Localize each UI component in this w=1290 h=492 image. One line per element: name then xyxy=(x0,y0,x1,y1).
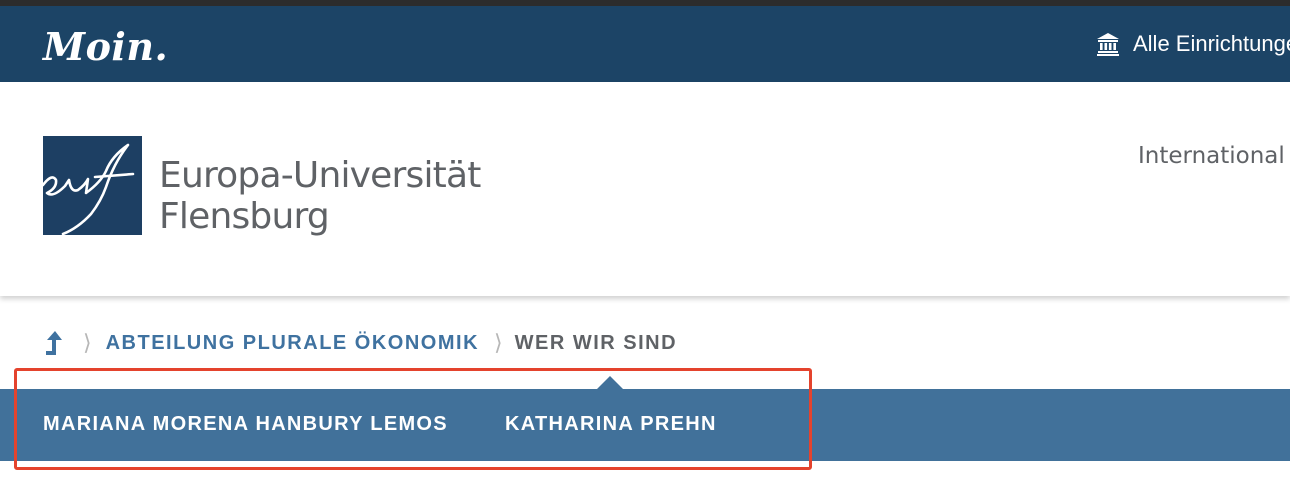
site-header: Europa-Universität Flensburg Internation… xyxy=(0,82,1290,296)
breadcrumb-current-page: WER WIR SIND xyxy=(514,331,678,354)
sub-navigation: MARIANA MORENA HANBURY LEMOS KATHARINA P… xyxy=(0,389,1290,461)
arrow-up-icon xyxy=(46,331,62,355)
breadcrumb: ⟩ ABTEILUNG PLURALE ÖKONOMIK ⟩ WER WIR S… xyxy=(43,328,677,358)
university-name-line2: Flensburg xyxy=(159,196,330,237)
breadcrumb-item-abteilung-plurale-oekonomik[interactable]: ABTEILUNG PLURALE ÖKONOMIK xyxy=(106,332,479,355)
breadcrumb-separator: ⟩ xyxy=(494,330,503,355)
all-institutions-link[interactable]: Alle Einrichtungen xyxy=(1096,31,1290,57)
breadcrumb-separator: ⟩ xyxy=(83,330,92,355)
institution-building-icon xyxy=(1097,33,1119,56)
top-bar: Moin. Alle Einrichtungen xyxy=(0,6,1290,82)
all-institutions-label: Alle Einrichtungen xyxy=(1133,31,1290,56)
university-name-line1: Europa-Universität xyxy=(159,155,481,196)
subnav-item-mariana-morena-hanbury-lemos[interactable]: MARIANA MORENA HANBURY LEMOS xyxy=(43,413,448,436)
subnav-item-katharina-prehn[interactable]: KATHARINA PREHN xyxy=(505,413,717,436)
moin-brand-link[interactable]: Moin. xyxy=(43,24,168,69)
subnav-pointer xyxy=(597,376,623,389)
nav-international-link[interactable]: International xyxy=(1138,143,1285,169)
university-logo[interactable]: Europa-Universität Flensburg xyxy=(43,136,481,237)
university-name: Europa-Universität Flensburg xyxy=(159,155,481,237)
breadcrumb-up-link[interactable] xyxy=(43,328,63,358)
euf-logo-mark xyxy=(43,136,142,235)
